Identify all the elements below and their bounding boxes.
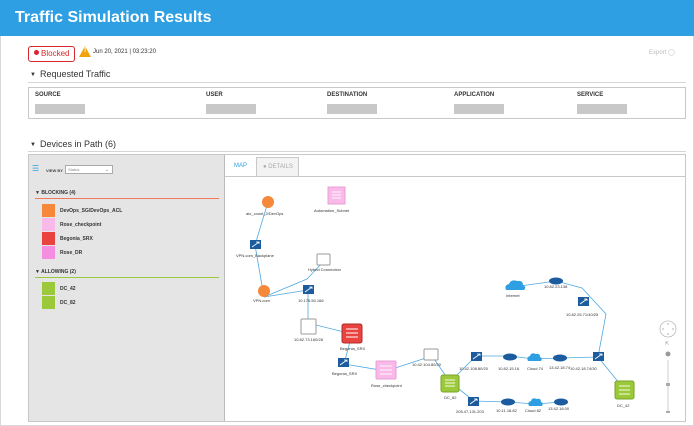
menu-icon[interactable]: ☰ [32, 164, 39, 173]
status-label: Blocked [41, 49, 70, 58]
vpncom-label: VPN.com [253, 298, 271, 303]
device-swatch [42, 204, 55, 217]
redacted-cell-application [454, 104, 504, 114]
cloud-82-icon[interactable] [528, 398, 543, 406]
redacted-cell-service [577, 104, 627, 114]
devops-label: aio_count_2/DevOps [246, 211, 283, 216]
requested-traffic-table: SOURCE USER DESTINATION APPLICATION SERV… [28, 87, 686, 119]
hybrid-connection-label: Hybrid Connection [308, 267, 341, 272]
cloud-74-label: Cloud 74 [527, 366, 544, 371]
cloud-74-icon[interactable] [527, 353, 542, 361]
export-icon: ◯ [668, 50, 675, 56]
internet-cloud-icon[interactable] [505, 280, 526, 290]
device-swatch [42, 296, 55, 309]
tab-details[interactable]: ● DETAILS [256, 157, 299, 176]
rose-checkpoint-label: Rose_checkpoint [371, 383, 403, 388]
router-8215-label: 10.82.15.16 [498, 366, 520, 371]
map-links [254, 201, 625, 405]
requested-traffic-header[interactable]: ▼ Requested Traffic [30, 69, 110, 79]
group-underline-allowing [35, 277, 219, 278]
device-swatch [42, 218, 55, 231]
status-badge: Blocked [28, 46, 76, 62]
router-1342-node[interactable] [553, 354, 567, 362]
caret-down-icon: ▼ [30, 142, 36, 148]
subnet-42104-label: 10.42.104.80/20 [412, 362, 442, 367]
redacted-cell-user [206, 104, 256, 114]
title-bar: Traffic Simulation Results [0, 0, 694, 36]
device-swatch [42, 246, 55, 259]
view-by-select[interactable]: Status ⌄ [65, 165, 113, 174]
router-2054-label: 205.47.131.203 [456, 409, 485, 414]
devices-panel: ☰ VIEW BY Status ⌄ ▼ BLOCKING (4) DevOps_… [28, 154, 686, 422]
chevron-down-icon: ⌄ [104, 167, 109, 173]
dc42-label: DC_42 [617, 403, 630, 408]
router-8215-node[interactable] [503, 353, 517, 361]
link [512, 280, 607, 358]
subnet-42104-node[interactable] [423, 348, 439, 361]
details-icon: ● [263, 164, 267, 170]
device-list-pane: ☰ VIEW BY Status ⌄ ▼ BLOCKING (4) DevOps_… [29, 155, 225, 421]
vpn-backplane-label: VPN.com_Backplane [236, 253, 275, 258]
column-header-application: APPLICATION [454, 92, 495, 98]
group-allowing[interactable]: ▼ ALLOWING (2) [35, 269, 76, 275]
subnet-8273-label: 10.82.73.160/28 [294, 337, 324, 342]
vpncom-node[interactable] [258, 285, 270, 297]
router-4218-label: 10.42.18.74/30 [570, 366, 597, 371]
subnet-8273-node[interactable] [300, 318, 317, 335]
begonia-srx-router-label: Begonia_SRX [332, 371, 357, 376]
automation-subnet-label: Automation_Subnet [314, 208, 350, 213]
router-176-label: 10.176.50.166 [298, 298, 324, 303]
status-dot-icon [34, 50, 39, 55]
zoom-out-icon[interactable] [666, 411, 670, 413]
router-1211-node[interactable] [501, 398, 515, 406]
zoom-fit-icon[interactable]: ⇱ [665, 341, 669, 347]
link [263, 289, 309, 298]
timestamp: Jun 20, 2021 | 03:23:20 [93, 49, 156, 55]
router-1342b-node[interactable] [554, 398, 568, 406]
column-header-user: USER [206, 92, 223, 98]
page-title: Traffic Simulation Results [15, 9, 212, 26]
zoom-in-icon[interactable] [665, 351, 671, 357]
network-map[interactable]: aio_count_2/DevOps Automation_Subnet VPN… [226, 177, 686, 421]
internet-label: Internet [506, 293, 520, 298]
zoom-controls: ⇱ [659, 320, 677, 413]
column-header-destination: DESTINATION [327, 92, 368, 98]
dc82-node[interactable] [440, 374, 460, 393]
group-underline-blocking [35, 198, 219, 199]
caret-down-icon: ▼ [30, 72, 36, 78]
hybrid-connection-node[interactable] [316, 253, 331, 266]
column-header-source: SOURCE [35, 92, 61, 98]
link [254, 201, 269, 246]
router-1342b-label: 13.42.18.00 [548, 406, 570, 411]
router-8223-label: 10.82.23.138 [544, 284, 568, 289]
redacted-cell-destination [327, 104, 377, 114]
device-swatch [42, 282, 55, 295]
column-header-service: SERVICE [577, 92, 604, 98]
export-link[interactable]: Export ◯ [649, 49, 675, 56]
dc82-label: DC_82 [444, 395, 457, 400]
router-1342-label: 13.42.18.74 [549, 365, 571, 370]
router-8225-label: 10.82.25.71/40/25 [566, 312, 599, 317]
devops-node[interactable] [262, 196, 274, 208]
router-1211-label: 10.11.18.82 [496, 408, 518, 413]
zoom-slider-handle[interactable] [666, 383, 670, 386]
devices-in-path-header[interactable]: ▼ Devices in Path (6) [30, 139, 116, 149]
router-42108-label: 10.42.108.80/20 [459, 366, 489, 371]
group-blocking[interactable]: ▼ BLOCKING (4) [35, 190, 76, 196]
tab-map[interactable]: MAP [232, 157, 249, 176]
automation-subnet-node[interactable] [327, 186, 346, 205]
cloud-82-label: Cloud 82 [525, 408, 542, 413]
redacted-cell-source [35, 104, 85, 114]
divider [28, 82, 686, 83]
view-by-label: VIEW BY [46, 168, 63, 173]
divider [28, 151, 686, 152]
warning-icon: ! [79, 46, 91, 57]
device-swatch [42, 232, 55, 245]
begonia-srx-label: Begonia_SRX [340, 346, 365, 351]
